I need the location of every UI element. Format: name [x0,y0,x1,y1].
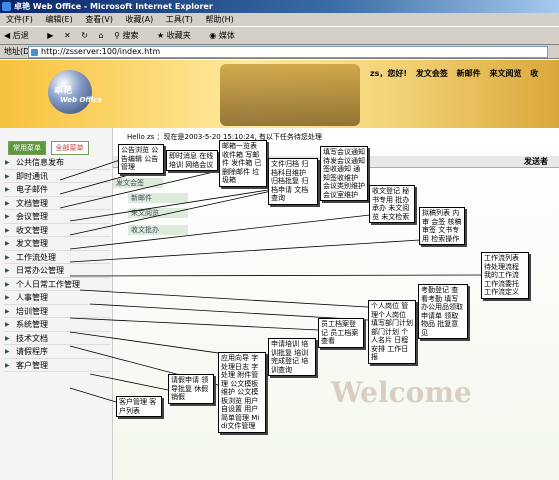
logo-en: Web Office [60,96,103,104]
welcome-watermark: Welcome [331,376,472,409]
stop-icon[interactable]: ✕ [64,31,71,40]
refresh-icon[interactable]: ↻ [81,31,88,40]
sidebar-item[interactable]: 客户管理 [4,359,111,372]
sidebar-item[interactable]: 工作流处理 [4,251,111,264]
media-button[interactable]: ◉ 媒体 [209,31,243,40]
quick-link-huiqian[interactable]: 发文会签 [416,69,448,78]
logo-zh: 卓艳 [54,86,73,96]
callout-personal: 个人岗位 管理个人岗位 填写部门计划 部门计划 个人名片 日程安排 工作日报 [368,300,416,364]
task-row[interactable]: 收文批办 [128,225,188,235]
quick-link-shou[interactable]: 收 [530,69,538,78]
callout-client: 客户管理 客户列表 [116,396,162,417]
callout-public-info: 公告浏览 公告编辑 公告管理 [118,144,164,174]
callout-send-doc: 拟稿列表 内审 会签 核稿 审签 文书专用 检索操作 [419,207,465,245]
sidebar-item[interactable]: 收文管理 [4,224,111,237]
greeting-user: zs，您好! [370,69,408,78]
favorites-label: 收藏夹 [166,31,191,40]
menu-tabs: 常用菜单 全部菜单 [8,141,91,155]
address-bar: 地址(D) http://zsserver:100/index.htm [0,45,559,59]
sidebar-item[interactable]: 会议管理 [4,210,111,224]
callout-daily-office: 考勤登记 查看考勤 填写办公用品领取申请单 领取物品 批复意见 [418,284,468,339]
address-input[interactable]: http://zsserver:100/index.htm [28,46,548,58]
sidebar-menu: 公共信息发布 即时通讯 电子邮件 文档管理 会议管理 收文管理 发文管理 工作流… [4,156,111,372]
left-panel: 常用菜单 全部菜单 公共信息发布 即时通讯 电子邮件 文档管理 会议管理 收文管… [0,128,113,480]
callout-training: 申请培训 培训批复 培训完成登记 培训查询 [268,338,316,376]
callout-documents: 文件归档 归档科目维护 归档批复 归档申请 文档查询 [268,158,318,205]
logo: 卓艳 Web Office [44,70,114,118]
callout-im: 即时消息 在线培训 网络会议 [166,150,218,171]
sidebar-item[interactable]: 电子邮件 [4,183,111,197]
task-row[interactable]: 来文阅览 [128,208,188,218]
favorites-button[interactable]: ★ 收藏夹 [157,31,199,40]
home-icon[interactable]: ⌂ [98,31,103,40]
task-row[interactable]: 发文会签 [113,178,163,188]
callout-system: 应用向导 字处理日志 字处理 附件管理 公文模板维护 公文模板浏览 用户自设置 … [218,352,266,433]
menu-file[interactable]: 文件(F) [6,15,33,24]
sidebar-item[interactable]: 发文管理 [4,237,111,251]
quick-link-newmail[interactable]: 新邮件 [457,69,481,78]
tab-all-menu[interactable]: 全部菜单 [50,141,89,155]
banner-photo [220,64,360,126]
menu-edit[interactable]: 编辑(E) [45,15,72,24]
back-button[interactable]: ◀ 后退 [4,31,37,40]
banner: 卓艳 Web Office zs，您好! 发文会签 新邮件 来文阅览 收 [0,60,559,128]
toolbar: ◀ 后退 ▶ ✕ ↻ ⌂ ⚲ 搜索 ★ 收藏夹 ◉ 媒体 [0,27,559,45]
sidebar-item[interactable]: 个人日常工作管理 [4,278,111,291]
quick-link-laiwen[interactable]: 来文阅览 [489,69,521,78]
menu-view[interactable]: 查看(V) [85,15,113,24]
menu-tools[interactable]: 工具(T) [166,15,193,24]
title-bar: 卓艳 Web Office - Microsoft Internet Explo… [0,0,559,13]
media-label: 媒体 [218,31,235,40]
sidebar-item[interactable]: 日常办公管理 [4,264,111,278]
callout-email: 邮箱一览表 收件箱 写邮件 发件箱 已删除邮件 垃圾箱 [219,140,267,187]
ie-icon [2,2,11,11]
sidebar-item[interactable]: 系统管理 [4,318,111,332]
browser-window: 卓艳 Web Office - Microsoft Internet Explo… [0,0,559,480]
sidebar-item[interactable]: 请假程序 [4,345,111,359]
search-button[interactable]: ⚲ 搜索 [114,31,146,40]
tab-common-menu[interactable]: 常用菜单 [8,141,46,155]
callout-hr: 员工档案登记 员工档案查看 [318,318,364,348]
greeting-bar: zs，您好! 发文会签 新邮件 来文阅览 收 [370,68,544,79]
sidebar-item[interactable]: 人事管理 [4,291,111,305]
sidebar-item[interactable]: 公共信息发布 [4,156,111,170]
menu-favorites[interactable]: 收藏(A) [126,15,154,24]
forward-icon[interactable]: ▶ [47,31,53,40]
sidebar-item[interactable]: 即时通讯 [4,170,111,183]
search-label: 搜索 [122,31,139,40]
sidebar-item[interactable]: 技术文档 [4,332,111,345]
menu-bar: 文件(F) 编辑(E) 查看(V) 收藏(A) 工具(T) 帮助(H) [0,13,559,27]
callout-receive-doc: 收文登记 秘书专用 批办 承办 未文阅览 未文检索 [369,185,415,223]
callout-meeting: 填写会议通知 待发会议通知 签收通知 通知签收维护 会议类别维护 会议室维护 [320,146,368,201]
sender-column: 发送者 [524,157,548,166]
menu-help[interactable]: 帮助(H) [205,15,233,24]
sidebar-item[interactable]: 文档管理 [4,197,111,210]
callout-leave: 请假申请 领导批复 休假 销假 [168,374,214,404]
sidebar-item[interactable]: 培训管理 [4,305,111,318]
window-title: 卓艳 Web Office - Microsoft Internet Explo… [14,2,213,11]
back-label: 后退 [12,31,29,40]
callout-workflow: 工作流列表 待处理流程 我的工作流 工作流委托 工作流定义 [481,252,529,299]
task-row[interactable]: 新邮件 [128,193,188,203]
